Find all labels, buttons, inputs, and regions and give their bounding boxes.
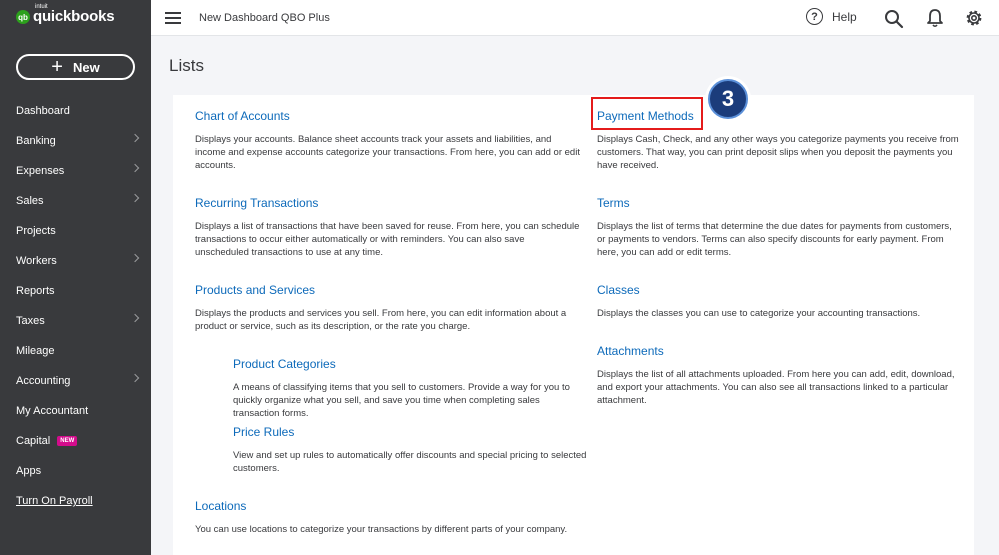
sidebar-item-accounting[interactable]: Accounting: [0, 366, 151, 396]
classes-link[interactable]: Classes: [597, 283, 640, 297]
chart-of-accounts-link[interactable]: Chart of Accounts: [195, 109, 290, 123]
brand-logo[interactable]: qb intuit quickbooks: [16, 4, 115, 26]
new-badge: NEW: [57, 436, 78, 446]
chevron-right-icon: [130, 253, 140, 263]
sidebar-item-workers[interactable]: Workers: [0, 246, 151, 276]
products-and-services-desc: Displays the products and services you s…: [195, 308, 567, 332]
sidebar-item-projects[interactable]: Projects: [0, 216, 151, 246]
chevron-right-icon: [130, 163, 140, 173]
help-icon: ?: [806, 8, 823, 25]
gear-icon[interactable]: [964, 8, 984, 33]
sidebar: qb intuit quickbooks + New Dashboard Ban…: [0, 0, 151, 555]
sidebar-item-capital[interactable]: Capital NEW: [0, 426, 151, 456]
new-button[interactable]: + New: [16, 54, 135, 80]
list-item-price-rules: Price Rules View and set up rules to aut…: [233, 423, 588, 475]
new-button-label: New: [72, 59, 100, 75]
attachments-link[interactable]: Attachments: [597, 344, 664, 358]
sidebar-item-apps[interactable]: Apps: [0, 456, 151, 486]
sidebar-item-my-accountant[interactable]: My Accountant: [0, 396, 151, 426]
help-label: Help: [832, 9, 857, 24]
page-title: Lists: [169, 56, 204, 75]
plus-icon: +: [51, 56, 63, 78]
payment-methods-highlight-box: [591, 97, 703, 130]
list-item-attachments: Attachments Displays the list of all att…: [597, 342, 962, 407]
product-categories-link[interactable]: Product Categories: [233, 357, 336, 371]
list-item-chart-of-accounts: Chart of Accounts Displays your accounts…: [195, 107, 580, 172]
search-icon[interactable]: [884, 9, 904, 34]
attachments-desc: Displays the list of all attachments upl…: [597, 369, 955, 406]
sidebar-item-taxes[interactable]: Taxes: [0, 306, 151, 336]
list-item-product-categories: Product Categories A means of classifyin…: [233, 355, 588, 420]
list-item-classes: Classes Displays the classes you can use…: [597, 281, 967, 320]
chevron-right-icon: [130, 193, 140, 203]
top-bar: New Dashboard QBO Plus ? Help: [151, 0, 999, 36]
list-item-locations: Locations You can use locations to categ…: [195, 497, 580, 536]
hamburger-menu-icon[interactable]: [165, 12, 181, 24]
products-and-services-link[interactable]: Products and Services: [195, 283, 315, 297]
sidebar-item-sales[interactable]: Sales: [0, 186, 151, 216]
company-name: New Dashboard QBO Plus: [199, 12, 330, 24]
sidebar-item-turn-on-payroll[interactable]: Turn On Payroll: [0, 486, 151, 516]
chevron-right-icon: [130, 133, 140, 143]
sidebar-item-mileage[interactable]: Mileage: [0, 336, 151, 366]
chart-of-accounts-desc: Displays your accounts. Balance sheet ac…: [195, 134, 580, 171]
sidebar-nav: Dashboard Banking Expenses Sales Project…: [0, 96, 151, 516]
payment-methods-desc: Displays Cash, Check, and any other ways…: [597, 134, 959, 171]
product-categories-desc: A means of classifying items that you se…: [233, 382, 570, 419]
step-number-badge: 3: [705, 76, 751, 122]
sidebar-item-reports[interactable]: Reports: [0, 276, 151, 306]
recurring-transactions-link[interactable]: Recurring Transactions: [195, 196, 318, 210]
list-item-products-and-services: Products and Services Displays the produ…: [195, 281, 580, 333]
chevron-right-icon: [130, 373, 140, 383]
list-item-recurring-transactions: Recurring Transactions Displays a list o…: [195, 194, 580, 259]
quickbooks-logo-icon: qb: [16, 10, 30, 24]
step-number: 3: [708, 79, 748, 119]
help-button[interactable]: ? Help: [806, 8, 857, 25]
list-item-terms: Terms Displays the list of terms that de…: [597, 194, 962, 259]
sidebar-item-expenses[interactable]: Expenses: [0, 156, 151, 186]
locations-link[interactable]: Locations: [195, 499, 246, 513]
sidebar-item-banking[interactable]: Banking: [0, 126, 151, 156]
chevron-right-icon: [130, 313, 140, 323]
bell-icon[interactable]: [926, 8, 944, 33]
price-rules-link[interactable]: Price Rules: [233, 425, 294, 439]
sidebar-item-dashboard[interactable]: Dashboard: [0, 96, 151, 126]
brand-intuit-text: intuit: [35, 4, 48, 10]
lists-card: Chart of Accounts Displays your accounts…: [173, 76, 974, 555]
locations-desc: You can use locations to categorize your…: [195, 524, 568, 535]
recurring-transactions-desc: Displays a list of transactions that hav…: [195, 221, 580, 258]
brand-name: quickbooks: [33, 8, 115, 25]
terms-link[interactable]: Terms: [597, 196, 630, 210]
price-rules-desc: View and set up rules to automatically o…: [233, 450, 587, 474]
classes-desc: Displays the classes you can use to cate…: [597, 308, 921, 319]
terms-desc: Displays the list of terms that determin…: [597, 221, 952, 258]
